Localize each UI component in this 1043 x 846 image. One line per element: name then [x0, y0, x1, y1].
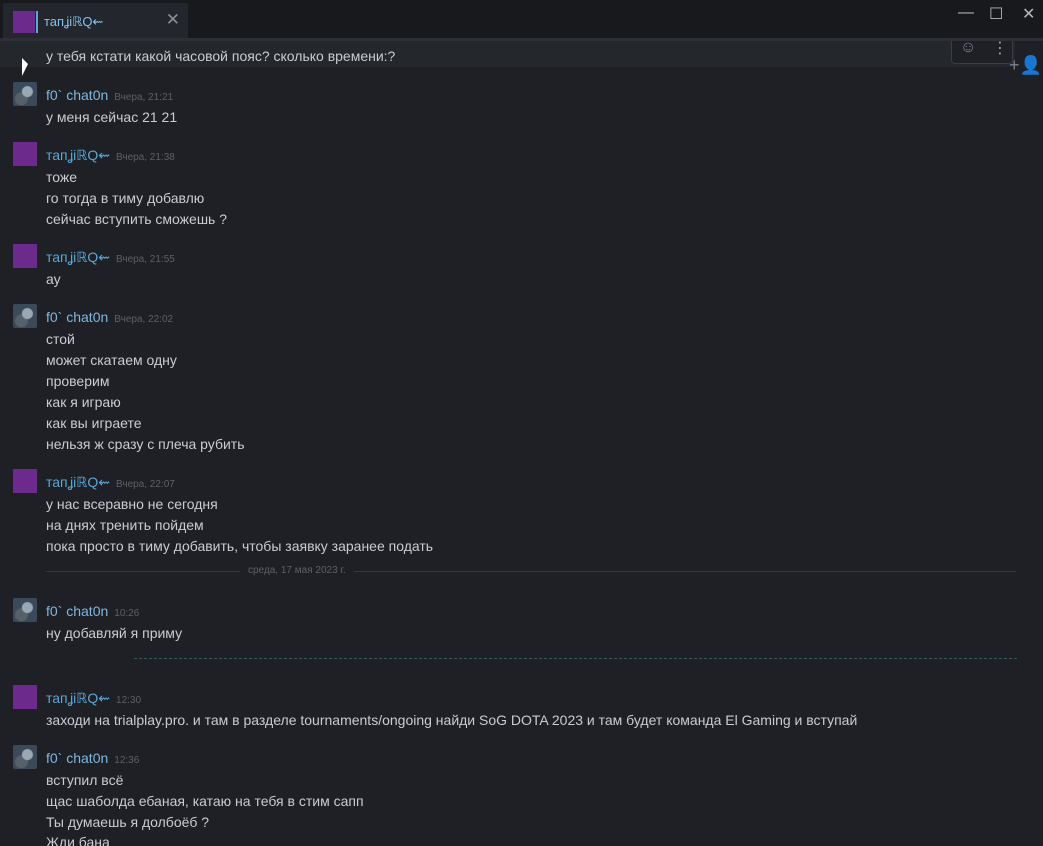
message-line: у тебя кстати какой часовой пояс? скольк…	[46, 48, 396, 64]
timestamp: 12:30	[116, 695, 142, 706]
tab-active-indicator	[36, 11, 38, 33]
timestamp: Вчера, 22:07	[116, 479, 175, 490]
tab-close-icon[interactable]: ✕	[166, 10, 180, 30]
add-friend-icon[interactable]: +👤	[1009, 55, 1042, 76]
avatar[interactable]	[13, 142, 37, 166]
emoji-reaction-icon[interactable]: ☺	[960, 41, 976, 57]
message-line: щас шаболда ебаная, катаю на тебя в стим…	[46, 793, 364, 809]
more-options-icon[interactable]: ⋮	[992, 41, 1008, 58]
avatar[interactable]	[13, 469, 37, 493]
message-line: проверим	[46, 373, 110, 389]
maximize-button[interactable]: ☐	[989, 4, 1003, 24]
author-name[interactable]: f0` chat0n	[46, 87, 108, 103]
message-line: сейчас вступить сможешь ?	[46, 211, 228, 227]
chat-history[interactable]: у тебя кстати какой часовой пояс? скольк…	[0, 41, 1043, 846]
message-line: Жди бана	[46, 834, 110, 846]
timestamp: Вчера, 21:21	[114, 92, 174, 103]
minimize-button[interactable]: —	[958, 4, 974, 22]
timestamp: Вчера, 21:55	[116, 254, 175, 265]
message-line: Ты думаешь я долбоёб ?	[46, 814, 210, 830]
hovered-message-row[interactable]: у тебя кстати какой часовой пояс? скольк…	[0, 41, 1015, 67]
message-line: пока просто в тиму добавить, чтобы заявк…	[46, 538, 434, 554]
unread-divider	[134, 658, 1017, 659]
author-name[interactable]: тапʝiℝQ⇜	[46, 147, 110, 163]
day-divider-label: среда, 17 мая 2023 г.	[240, 565, 354, 576]
message-line: вступил всё	[46, 772, 124, 788]
tab-title: тапʝiℝQ⇜	[44, 14, 104, 29]
message-header: тапʝiℝQ⇜ 12:30	[46, 690, 141, 707]
author-name[interactable]: f0` chat0n	[46, 750, 108, 766]
message-hover-toolbar: ☺ ⋮	[951, 41, 1013, 64]
message-line: как я играю	[46, 394, 121, 410]
author-name[interactable]: тапʝiℝQ⇜	[46, 249, 110, 265]
message-line: нельзя ж сразу с плеча рубить	[46, 436, 245, 452]
message-line: го тогда в тиму добавлю	[46, 190, 205, 206]
message-header: тапʝiℝQ⇜ Вчера, 21:55	[46, 249, 175, 266]
close-window-button[interactable]: ✕	[1022, 4, 1035, 24]
message-line: как вы играете	[46, 415, 142, 431]
tab-avatar	[13, 11, 35, 33]
message-line: у меня сейчас 21 21	[46, 109, 178, 125]
message-header: тапʝiℝQ⇜ Вчера, 21:38	[46, 147, 175, 164]
chat-tab[interactable]: тапʝiℝQ⇜ ✕	[3, 3, 188, 38]
message-line: ау	[46, 271, 61, 287]
author-name[interactable]: тапʝiℝQ⇜	[46, 690, 110, 706]
message-header: тапʝiℝQ⇜ Вчера, 22:07	[46, 474, 175, 491]
timestamp: Вчера, 22:02	[114, 314, 174, 325]
message-line: ну добавляй я приму	[46, 625, 183, 641]
avatar[interactable]	[13, 685, 37, 709]
mouse-cursor	[22, 58, 28, 76]
day-divider	[46, 571, 1016, 572]
message-line: может скатаем одну	[46, 352, 177, 368]
avatar[interactable]	[13, 82, 37, 106]
timestamp: 10:26	[114, 608, 140, 619]
timestamp: 12:36	[114, 755, 140, 766]
message-line: на днях тренить пойдем	[46, 517, 204, 533]
avatar[interactable]	[13, 745, 37, 769]
message-line: стой	[46, 331, 75, 347]
message-header: f0` chat0n Вчера, 22:02	[46, 309, 173, 325]
author-name[interactable]: f0` chat0n	[46, 309, 108, 325]
avatar[interactable]	[13, 304, 37, 328]
message-line: у нас всеравно не сегодня	[46, 496, 218, 512]
avatar[interactable]	[13, 244, 37, 268]
message-header: f0` chat0n 12:36	[46, 750, 139, 766]
avatar[interactable]	[13, 598, 37, 622]
title-bar: тапʝiℝQ⇜ ✕ — ☐ ✕	[0, 0, 1043, 38]
author-name[interactable]: тапʝiℝQ⇜	[46, 474, 110, 490]
message-header: f0` chat0n Вчера, 21:21	[46, 87, 173, 103]
message-line: тоже	[46, 169, 78, 185]
timestamp: Вчера, 21:38	[116, 152, 175, 163]
author-name[interactable]: f0` chat0n	[46, 603, 108, 619]
message-line: заходи на trialplay.pro. и там в разделе…	[46, 712, 858, 728]
message-header: f0` chat0n 10:26	[46, 603, 139, 619]
